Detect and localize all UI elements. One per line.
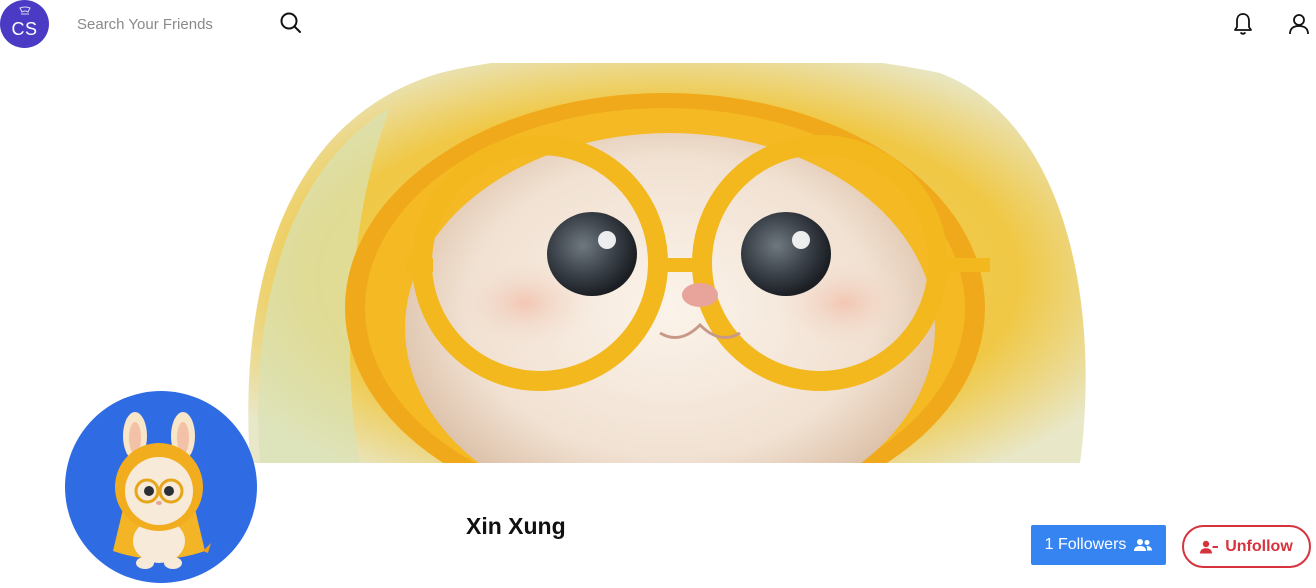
user-group-icon xyxy=(1134,538,1153,552)
logo-mark-icon xyxy=(19,6,31,15)
logo-text: CS xyxy=(11,19,38,39)
followers-label: 1 Followers xyxy=(1044,536,1127,553)
profile-avatar[interactable] xyxy=(65,391,257,583)
top-navbar: CS xyxy=(0,0,1316,50)
cover-image xyxy=(240,63,1096,463)
cover-photo xyxy=(240,63,1096,463)
unfollow-button[interactable]: Unfollow xyxy=(1182,525,1311,568)
notifications-button[interactable] xyxy=(1230,11,1256,37)
user-minus-icon xyxy=(1200,540,1219,554)
account-button[interactable] xyxy=(1286,11,1312,37)
search-icon xyxy=(280,12,301,33)
profile-name: Xin Xung xyxy=(466,513,566,539)
followers-button[interactable]: 1 Followers xyxy=(1031,525,1166,565)
search-input[interactable] xyxy=(68,10,258,38)
search-button[interactable] xyxy=(276,9,306,39)
unfollow-label: Unfollow xyxy=(1225,537,1293,555)
bell-icon xyxy=(1234,13,1252,35)
profile-page: CS Search Your Friends Xin Xung 1 Follow… xyxy=(0,0,1316,588)
app-logo[interactable]: CS xyxy=(0,0,49,48)
avatar-image xyxy=(113,412,211,569)
user-icon xyxy=(1289,14,1309,35)
